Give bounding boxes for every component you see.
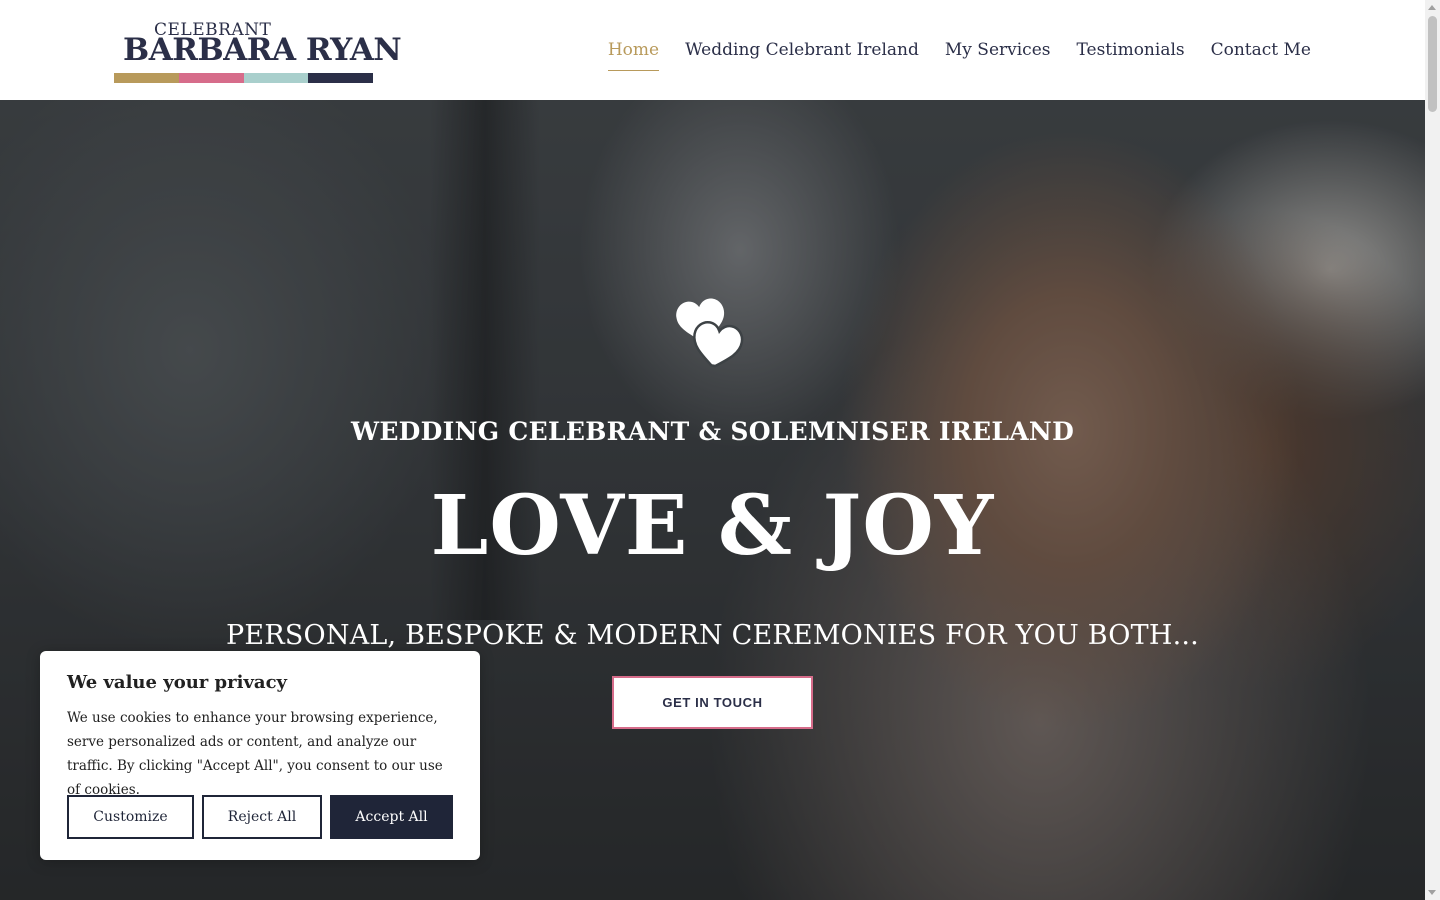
- cookie-consent-banner: We value your privacy We use cookies to …: [40, 651, 480, 860]
- reject-all-button[interactable]: Reject All: [202, 795, 322, 839]
- main-nav: Home Wedding Celebrant Ireland My Servic…: [607, 36, 1311, 71]
- logo-color-stripe: [114, 73, 373, 83]
- nav-item-contact-me[interactable]: Contact Me: [1211, 36, 1311, 71]
- hero-eyebrow: WEDDING CELEBRANT & SOLEMNISER IRELAND: [350, 417, 1075, 446]
- page-scrollbar[interactable]: [1425, 0, 1440, 900]
- logo-title: BARBARA RYAN: [123, 32, 402, 68]
- logo-stripe-pink: [178, 73, 244, 83]
- hearts-icon: [676, 298, 744, 368]
- logo-stripe-navy: [308, 73, 373, 83]
- scroll-up-icon[interactable]: [1428, 5, 1436, 10]
- hero-title: LOVE & JOY: [430, 478, 995, 574]
- nav-item-wedding-celebrant-ireland[interactable]: Wedding Celebrant Ireland: [685, 36, 919, 71]
- cookie-title: We value your privacy: [67, 672, 287, 693]
- customize-button[interactable]: Customize: [67, 795, 194, 839]
- site-logo[interactable]: CELEBRANT BARBARA RYAN: [114, 20, 402, 84]
- nav-item-home[interactable]: Home: [607, 36, 660, 71]
- scroll-thumb[interactable]: [1428, 16, 1437, 112]
- logo-stripe-teal: [243, 73, 309, 83]
- nav-item-my-services[interactable]: My Services: [945, 36, 1051, 71]
- cookie-description: We use cookies to enhance your browsing …: [67, 710, 443, 798]
- nav-item-testimonials[interactable]: Testimonials: [1077, 36, 1185, 71]
- hero-subtitle: PERSONAL, BESPOKE & MODERN CEREMONIES FO…: [226, 620, 1199, 651]
- get-in-touch-button[interactable]: GET IN TOUCH: [612, 676, 813, 729]
- site-header: CELEBRANT BARBARA RYAN Home Wedding Cele…: [0, 0, 1425, 100]
- scroll-down-icon[interactable]: [1428, 890, 1436, 895]
- accept-all-button[interactable]: Accept All: [330, 795, 453, 839]
- logo-stripe-gold: [114, 73, 179, 83]
